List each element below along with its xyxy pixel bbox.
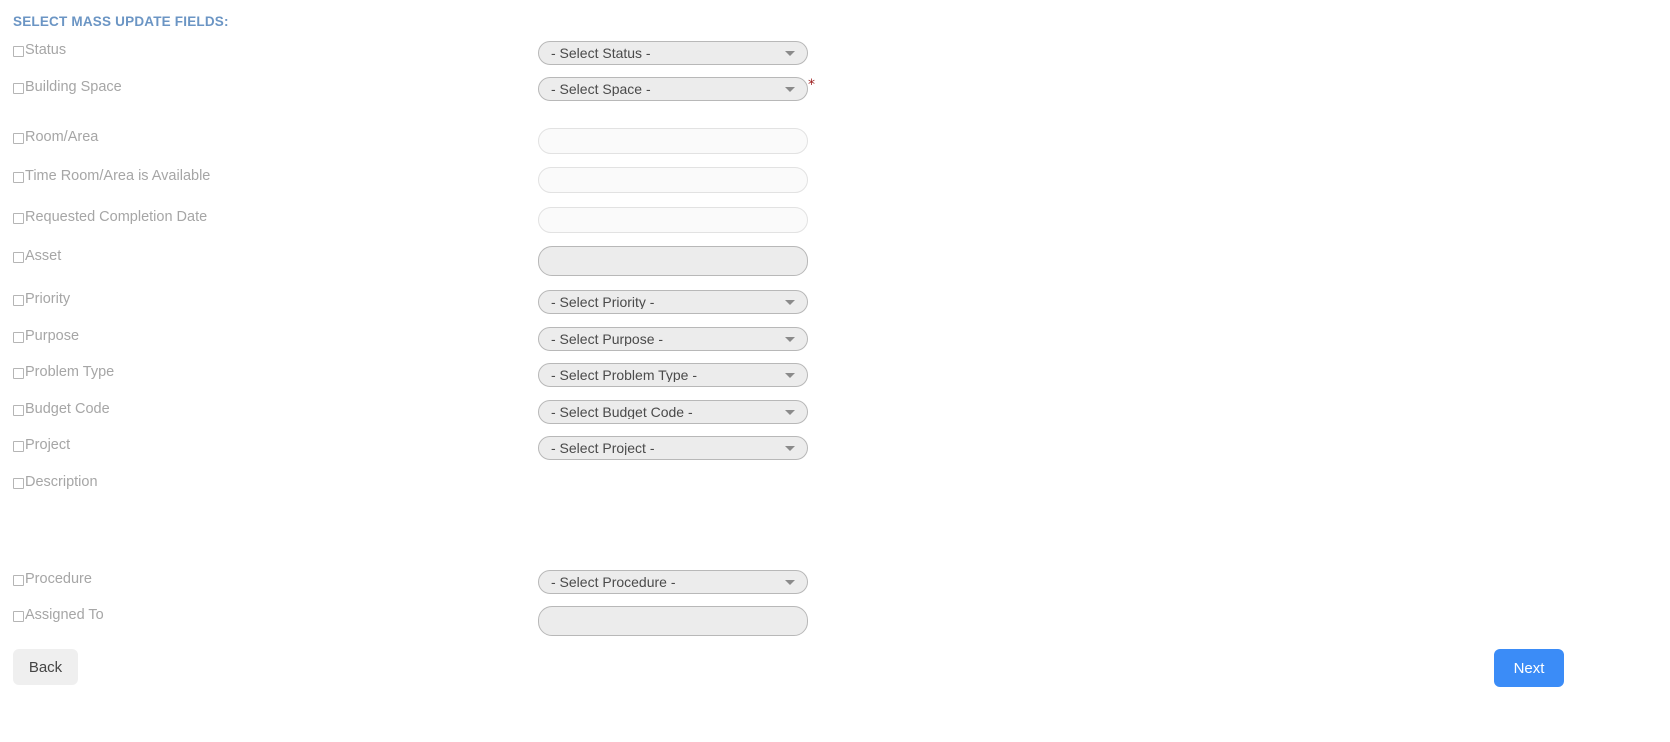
field-label-priority[interactable]: Priority — [13, 292, 70, 307]
chevron-down-icon — [785, 50, 795, 56]
field-label-requested-completion-date[interactable]: Requested Completion Date — [13, 210, 207, 225]
input-asset[interactable] — [538, 246, 808, 276]
select-value-project: - Select Project - — [551, 440, 655, 455]
label-text-assigned-to: Assigned To — [25, 607, 104, 623]
label-text-priority: Priority — [25, 291, 71, 307]
select-project[interactable]: - Select Project - — [538, 436, 808, 460]
checkbox-assigned-to[interactable] — [13, 610, 24, 622]
field-label-room-area[interactable]: Room/Area — [13, 130, 98, 145]
label-text-purpose: Purpose — [25, 328, 80, 344]
select-value-priority: - Select Priority - — [551, 294, 655, 309]
checkbox-requested-completion-date[interactable] — [13, 212, 24, 224]
field-label-asset[interactable]: Asset — [13, 249, 61, 264]
mass-update-form-page: SELECT MASS UPDATE FIELDS: Status - Selec… — [0, 0, 1670, 742]
label-text-project: Project — [25, 437, 71, 453]
checkbox-project[interactable] — [13, 440, 24, 452]
chevron-down-icon — [785, 299, 795, 305]
field-label-procedure[interactable]: Procedure — [13, 572, 92, 587]
field-label-description[interactable]: Description — [13, 475, 98, 490]
checkbox-budget-code[interactable] — [13, 404, 24, 416]
label-text-procedure: Procedure — [25, 571, 92, 587]
select-budget-code[interactable]: - Select Budget Code - — [538, 400, 808, 424]
select-status[interactable]: - Select Status - — [538, 41, 808, 65]
checkbox-time-room-area-is-available[interactable] — [13, 171, 24, 183]
label-text-room-area: Room/Area — [25, 129, 99, 145]
checkbox-priority[interactable] — [13, 294, 24, 306]
input-time-room-area-is-available[interactable] — [538, 167, 808, 193]
checkbox-building-space[interactable] — [13, 82, 24, 94]
chevron-down-icon — [785, 372, 795, 378]
label-text-building-space: Building Space — [25, 79, 122, 95]
select-value-problem-type: - Select Problem Type - — [551, 367, 698, 382]
select-value-budget-code: - Select Budget Code - — [551, 404, 693, 419]
page-title: SELECT MASS UPDATE FIELDS: — [13, 14, 229, 29]
chevron-down-icon — [785, 579, 795, 585]
required-asterisk-building-space: * — [808, 77, 815, 93]
input-assigned-to[interactable] — [538, 606, 808, 636]
select-value-procedure: - Select Procedure - — [551, 574, 676, 589]
field-label-time-room-area-is-available[interactable]: Time Room/Area is Available — [13, 169, 210, 184]
rich-text-editor-description[interactable] — [538, 473, 808, 543]
label-text-description: Description — [25, 474, 98, 490]
label-text-budget-code: Budget Code — [25, 401, 110, 417]
checkbox-room-area[interactable] — [13, 132, 24, 144]
field-label-assigned-to[interactable]: Assigned To — [13, 608, 104, 623]
chevron-down-icon — [785, 445, 795, 451]
label-text-requested-completion-date: Requested Completion Date — [25, 209, 208, 225]
label-text-status: Status — [25, 42, 67, 58]
field-label-purpose[interactable]: Purpose — [13, 329, 79, 344]
field-label-status[interactable]: Status — [13, 43, 66, 58]
field-label-budget-code[interactable]: Budget Code — [13, 402, 110, 417]
field-label-problem-type[interactable]: Problem Type — [13, 365, 114, 380]
back-button[interactable]: Back — [13, 649, 78, 685]
checkbox-description[interactable] — [13, 477, 24, 489]
checkbox-purpose[interactable] — [13, 331, 24, 343]
select-value-purpose: - Select Purpose - — [551, 331, 664, 346]
select-value-status: - Select Status - — [551, 45, 651, 60]
checkbox-status[interactable] — [13, 45, 24, 57]
checkbox-asset[interactable] — [13, 251, 24, 263]
chevron-down-icon — [785, 409, 795, 415]
chevron-down-icon — [785, 336, 795, 342]
input-requested-completion-date[interactable] — [538, 207, 808, 233]
label-text-time-room-area-is-available: Time Room/Area is Available — [25, 168, 211, 184]
select-value-building-space: - Select Space - — [551, 81, 651, 96]
select-procedure[interactable]: - Select Procedure - — [538, 570, 808, 594]
chevron-down-icon — [785, 86, 795, 92]
field-label-building-space[interactable]: Building Space — [13, 80, 122, 95]
label-text-asset: Asset — [25, 248, 62, 264]
select-priority[interactable]: - Select Priority - — [538, 290, 808, 314]
next-button[interactable]: Next — [1494, 649, 1564, 687]
select-building-space[interactable]: - Select Space - — [538, 77, 808, 101]
checkbox-problem-type[interactable] — [13, 367, 24, 379]
field-label-project[interactable]: Project — [13, 438, 70, 453]
select-problem-type[interactable]: - Select Problem Type - — [538, 363, 808, 387]
label-text-problem-type: Problem Type — [25, 364, 115, 380]
checkbox-procedure[interactable] — [13, 574, 24, 586]
select-purpose[interactable]: - Select Purpose - — [538, 327, 808, 351]
input-room-area[interactable] — [538, 128, 808, 154]
